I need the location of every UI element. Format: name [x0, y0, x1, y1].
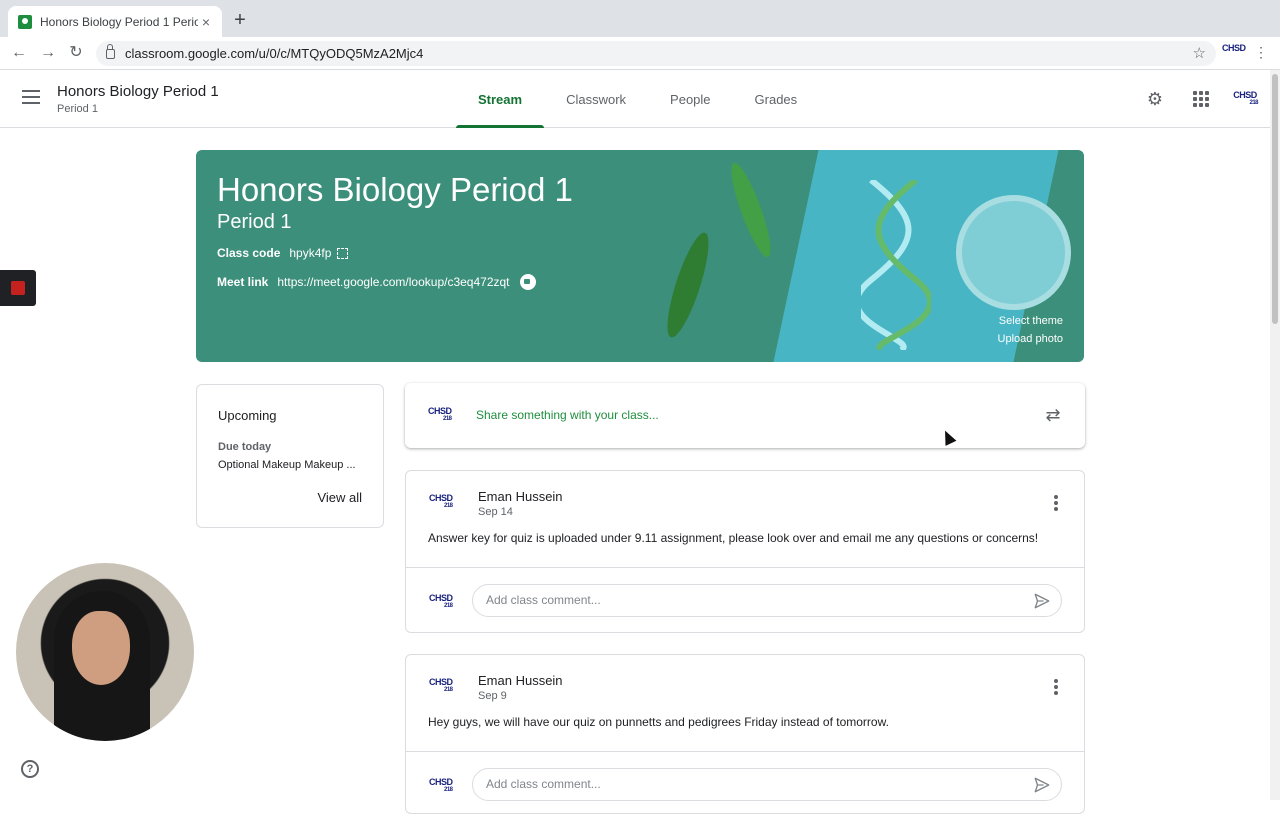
class-code-label: Class code: [217, 246, 281, 260]
banner-class-subtitle: Period 1: [217, 211, 292, 233]
browser-toolbar: ← → ↻ classroom.google.com/u/0/c/MTQyODQ…: [0, 37, 1280, 70]
address-bar-url: classroom.google.com/u/0/c/MTQyODQ5MzA2M…: [125, 46, 424, 61]
upcoming-title: Upcoming: [218, 408, 277, 423]
browser-tab[interactable]: Honors Biology Period 1 Period ×: [8, 6, 222, 37]
address-bar[interactable]: classroom.google.com/u/0/c/MTQyODQ5MzA2M…: [96, 41, 1216, 66]
stop-icon: [11, 281, 25, 295]
upcoming-assignment-link[interactable]: Optional Makeup Makeup ...: [218, 459, 363, 471]
send-icon[interactable]: [1033, 592, 1051, 610]
banner-class-title: Honors Biology Period 1: [217, 171, 573, 208]
post-body: Hey guys, we will have our quiz on punne…: [428, 715, 889, 729]
post-date: Sep 9: [478, 690, 507, 702]
class-nav-tabs: Stream Classwork People Grades: [456, 70, 819, 128]
account-avatar[interactable]: CHSD 218: [1232, 91, 1258, 113]
post-author: Eman Hussein: [478, 489, 563, 504]
user-avatar: CHSD 218: [428, 406, 452, 423]
tab-classwork[interactable]: Classwork: [544, 70, 648, 128]
petri-dish-illustration: [956, 195, 1071, 310]
comment-row: CHSD 218 Add class comment...: [406, 567, 1084, 632]
forward-icon[interactable]: →: [37, 42, 59, 64]
video-camera-icon[interactable]: [519, 274, 536, 290]
share-announcement-card[interactable]: CHSD 218 Share something with your class.…: [405, 383, 1085, 448]
comment-row: CHSD 218 Add class comment...: [406, 751, 1084, 816]
page-scrollbar[interactable]: [1270, 70, 1280, 800]
apps-grid-icon[interactable]: [1190, 88, 1212, 110]
class-code-row: Class code hpyk4fp: [217, 246, 349, 260]
webcam-bubble[interactable]: [16, 563, 194, 741]
classroom-favicon-icon: [18, 14, 32, 29]
reuse-post-icon[interactable]: ⇄: [1043, 405, 1063, 425]
close-tab-icon[interactable]: ×: [198, 14, 214, 30]
peapod-illustration: [724, 159, 778, 261]
back-icon[interactable]: ←: [8, 42, 30, 64]
fullscreen-code-icon[interactable]: [337, 247, 349, 259]
header-class-subtitle: Period 1: [57, 103, 98, 115]
reload-icon[interactable]: ↻: [65, 42, 87, 64]
browser-tab-title: Honors Biology Period 1 Period: [40, 14, 198, 29]
meet-link-url[interactable]: https://meet.google.com/lookup/c3eq472zq…: [277, 275, 509, 289]
new-tab-button[interactable]: +: [230, 10, 250, 30]
post-date: Sep 14: [478, 506, 513, 518]
stream-post: CHSD 218 Eman Hussein Sep 9 Hey guys, we …: [405, 654, 1085, 814]
more-options-icon[interactable]: [1054, 495, 1058, 511]
class-banner: Honors Biology Period 1 Period 1 Class c…: [196, 150, 1084, 362]
share-prompt[interactable]: Share something with your class...: [476, 408, 659, 422]
main-menu-icon[interactable]: [22, 90, 40, 104]
upcoming-due-label: Due today: [218, 441, 272, 453]
select-theme-link[interactable]: Select theme: [999, 315, 1063, 327]
gear-icon[interactable]: ⚙: [1144, 88, 1166, 110]
post-body: Answer key for quiz is uploaded under 9.…: [428, 531, 1039, 545]
lock-icon: [106, 43, 115, 59]
comment-placeholder: Add class comment...: [486, 593, 601, 607]
upcoming-card: Upcoming Due today Optional Makeup Makeu…: [196, 384, 384, 528]
comment-placeholder: Add class comment...: [486, 777, 601, 791]
tab-stream[interactable]: Stream: [456, 70, 545, 128]
meet-link-row: Meet link https://meet.google.com/lookup…: [217, 274, 536, 290]
stop-recording-button[interactable]: [0, 270, 36, 306]
tab-people[interactable]: People: [648, 70, 732, 128]
bookmark-star-icon[interactable]: ☆: [1193, 44, 1206, 62]
author-avatar: CHSD 218: [429, 677, 453, 694]
webcam-face: [72, 611, 130, 685]
browser-menu-icon[interactable]: ⋮: [1254, 44, 1268, 61]
scrollbar-thumb[interactable]: [1272, 74, 1278, 324]
comment-input[interactable]: Add class comment...: [472, 584, 1062, 617]
comment-input[interactable]: Add class comment...: [472, 768, 1062, 801]
meet-link-label: Meet link: [217, 275, 269, 289]
extension-profile-icon[interactable]: CHSD: [1222, 44, 1246, 53]
view-all-link[interactable]: View all: [317, 490, 362, 505]
user-avatar: CHSD 218: [429, 777, 453, 794]
class-code-value[interactable]: hpyk4fp: [289, 246, 331, 260]
help-icon[interactable]: ?: [21, 760, 39, 778]
more-options-icon[interactable]: [1054, 679, 1058, 695]
send-icon[interactable]: [1033, 776, 1051, 794]
header-class-title[interactable]: Honors Biology Period 1: [57, 83, 219, 100]
dna-helix-illustration: [861, 180, 931, 350]
peapod-illustration: [659, 228, 717, 342]
browser-tabstrip: Honors Biology Period 1 Period × +: [0, 0, 1280, 37]
stream-post: CHSD 218 Eman Hussein Sep 14 Answer key f…: [405, 470, 1085, 633]
tab-grades[interactable]: Grades: [733, 70, 820, 128]
post-author: Eman Hussein: [478, 673, 563, 688]
author-avatar: CHSD 218: [429, 493, 453, 510]
upload-photo-link[interactable]: Upload photo: [998, 333, 1063, 345]
classroom-header: Honors Biology Period 1 Period 1 Stream …: [0, 70, 1270, 128]
user-avatar: CHSD 218: [429, 593, 453, 610]
